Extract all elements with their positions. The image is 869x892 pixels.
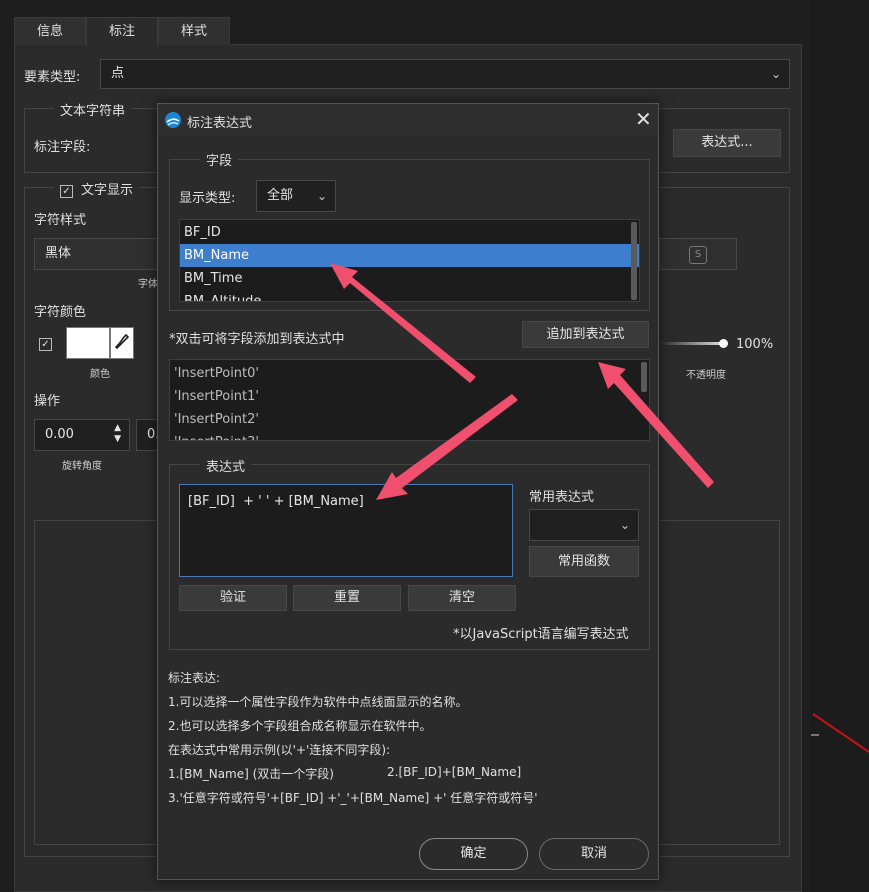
ok-button[interactable]: 确定 <box>419 838 528 870</box>
close-icon[interactable]: ✕ <box>635 107 652 131</box>
text-string-legend: 文本字符串 <box>54 100 132 119</box>
value-item[interactable]: 'InsertPoint1' <box>170 385 649 408</box>
add-to-expression-button[interactable]: 追加到表达式 <box>522 321 649 348</box>
spinner-icon[interactable]: ▲ ▼ <box>114 423 121 445</box>
tab-style[interactable]: 样式 <box>158 17 230 45</box>
field-item-bf-id[interactable]: BF_ID <box>180 221 639 244</box>
expression-editor[interactable]: [BF_ID] + ' ' + [BM_Name] <box>179 484 513 577</box>
chevron-down-icon: ⌄ <box>770 67 781 81</box>
field-list[interactable]: BF_ID BM_Name BM_Time BM_Altitude <box>179 219 640 302</box>
chevron-down-icon: ⌄ <box>316 189 327 203</box>
text-display-checkbox[interactable]: ✓ <box>60 185 73 198</box>
opacity-slider-handle[interactable] <box>719 339 728 348</box>
char-style-label: 字符样式 <box>34 213 87 228</box>
expression-button[interactable]: 表达式... <box>673 129 781 157</box>
app-logo-icon <box>165 112 181 128</box>
note-line-2: 2.也可以选择多个字段组合成名称显示在软件中。 <box>168 719 432 733</box>
opacity-value: 100% <box>736 337 774 352</box>
field-group-legend: 字段 <box>200 150 239 169</box>
field-list-scrollbar[interactable] <box>631 222 637 300</box>
map-red-line <box>812 713 869 753</box>
rotation-input[interactable]: 0.00 ▲ ▼ <box>34 419 130 451</box>
element-type-label: 要素类型: <box>24 70 81 85</box>
font-caption: 字体 <box>138 279 158 290</box>
expression-group-legend: 表达式 <box>200 456 252 475</box>
element-type-select[interactable]: 点 ⌄ <box>100 59 790 89</box>
double-click-hint: *双击可将字段添加到表达式中 <box>169 332 345 347</box>
char-color-label: 字符颜色 <box>34 305 87 320</box>
value-item[interactable]: 'InsertPoint0' <box>170 362 649 385</box>
field-item-bm-time[interactable]: BM_Time <box>180 267 639 290</box>
cancel-button[interactable]: 取消 <box>539 838 649 870</box>
note-title: 标注表达: <box>168 671 221 685</box>
text-display-label: 文字显示 <box>81 183 134 198</box>
color-swatch[interactable] <box>66 327 110 359</box>
strikethrough-icon: S <box>689 246 707 264</box>
note-line-1: 1.可以选择一个属性字段作为软件中点线面显示的名称。 <box>168 695 468 709</box>
field-item-bm-altitude[interactable]: BM_Altitude <box>180 290 639 301</box>
text-display-legend: ✓ 文字显示 <box>54 179 140 198</box>
eyedropper-button[interactable] <box>110 327 134 359</box>
common-functions-button[interactable]: 常用函数 <box>529 546 639 577</box>
note-line-3: 在表达式中常用示例(以'+'连接不同字段): <box>168 743 391 757</box>
opacity-caption: 不透明度 <box>686 370 726 381</box>
color-caption: 颜色 <box>90 369 110 380</box>
common-expression-label: 常用表达式 <box>529 490 595 505</box>
display-type-label: 显示类型: <box>179 191 236 206</box>
font-select[interactable]: 黑体 <box>34 238 164 270</box>
rotation-caption: 旋转角度 <box>62 461 102 472</box>
field-item-bm-name[interactable]: BM_Name <box>180 244 639 267</box>
value-item[interactable]: 'InsertPoint2' <box>170 408 649 431</box>
clear-button[interactable]: 清空 <box>408 585 516 611</box>
value-item[interactable]: 'InsertPoint3' <box>170 431 649 440</box>
right-canvas <box>811 0 869 892</box>
note-example-1: 1.[BM_Name] (双击一个字段) <box>168 767 334 781</box>
element-type-value: 点 <box>111 66 125 81</box>
label-field-label: 标注字段: <box>34 140 91 155</box>
tab-label[interactable]: 标注 <box>86 17 158 45</box>
rotation-value: 0.00 <box>45 427 74 442</box>
opacity-slider-track[interactable] <box>660 342 722 345</box>
label-expression-dialog: 标注表达式 ✕ 字段 显示类型: 全部 ⌄ BF_ID BM_Name BM_T… <box>157 103 659 880</box>
display-type-value: 全部 <box>267 188 294 203</box>
note-example-3: 3.'任意字符或符号'+[BF_ID] +'_'+[BM_Name] +' 任意… <box>168 791 538 805</box>
font-value: 黑体 <box>45 246 72 261</box>
value-list-scrollbar[interactable] <box>641 362 647 392</box>
dialog-title: 标注表达式 <box>187 116 253 131</box>
strikethrough-button[interactable]: S <box>659 238 737 270</box>
color-checkbox[interactable]: ✓ <box>39 338 52 351</box>
reset-button[interactable]: 重置 <box>293 585 401 611</box>
tab-info[interactable]: 信息 <box>14 17 86 45</box>
eyedropper-icon <box>114 333 130 350</box>
display-type-select[interactable]: 全部 ⌄ <box>256 180 336 212</box>
verify-button[interactable]: 验证 <box>179 585 287 611</box>
dialog-titlebar: 标注表达式 ✕ <box>158 104 658 136</box>
chevron-down-icon: ⌄ <box>619 518 630 532</box>
ops-label: 操作 <box>34 394 61 409</box>
expression-text: [BF_ID] + ' ' + [BM_Name] <box>188 494 364 509</box>
common-expression-select[interactable]: ⌄ <box>529 509 639 541</box>
note-example-2: 2.[BF_ID]+[BM_Name] <box>387 765 522 779</box>
value-list[interactable]: 'InsertPoint0' 'InsertPoint1' 'InsertPoi… <box>169 359 650 441</box>
javascript-note: *以JavaScript语言编写表达式 <box>453 627 629 642</box>
